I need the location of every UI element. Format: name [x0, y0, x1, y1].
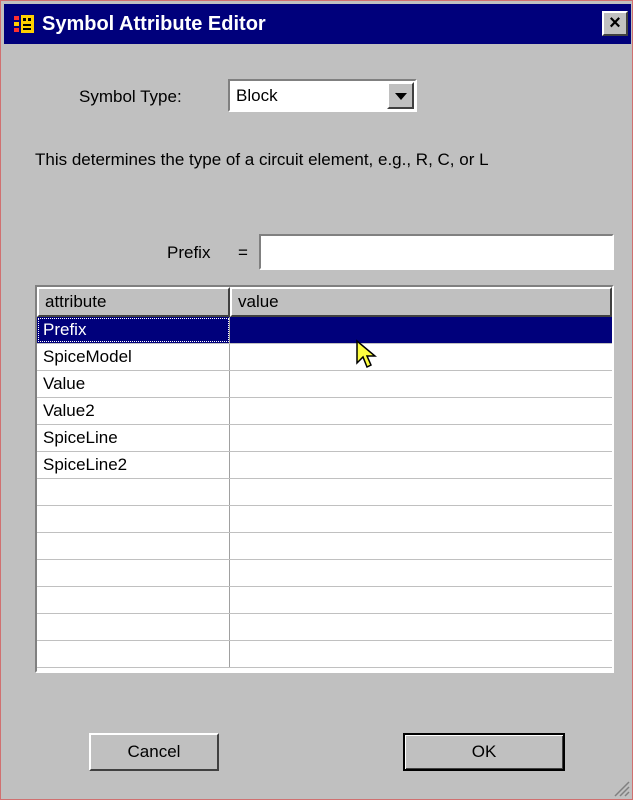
value-cell[interactable] — [230, 371, 612, 397]
empty-table-row[interactable] — [37, 587, 612, 614]
title-bar[interactable]: Symbol Attribute Editor × — [4, 4, 631, 44]
attribute-cell[interactable]: Value2 — [37, 398, 230, 424]
table-row[interactable]: SpiceLine — [37, 425, 612, 452]
attribute-table[interactable]: attribute value Prefix SpiceModel Value … — [35, 285, 614, 673]
symbol-type-value: Block — [236, 86, 278, 105]
empty-cell[interactable] — [37, 479, 230, 505]
ok-button[interactable]: OK — [403, 733, 565, 771]
table-row[interactable]: Prefix — [37, 317, 612, 344]
app-icon — [13, 13, 35, 35]
empty-cell[interactable] — [37, 560, 230, 586]
empty-table-row[interactable] — [37, 479, 612, 506]
symbol-type-dropdown[interactable]: Block — [228, 79, 417, 112]
symbol-type-label: Symbol Type: — [79, 87, 182, 106]
empty-table-row[interactable] — [37, 560, 612, 587]
prefix-label: Prefix — [167, 243, 211, 262]
attribute-cell[interactable]: SpiceLine — [37, 425, 230, 451]
value-cell[interactable] — [230, 317, 612, 343]
value-cell[interactable] — [230, 344, 612, 370]
attribute-cell[interactable]: Prefix — [37, 317, 230, 343]
dropdown-arrow-icon[interactable] — [387, 82, 414, 109]
description-text: This determines the type of a circuit el… — [35, 150, 489, 169]
empty-table-row[interactable] — [37, 506, 612, 533]
empty-cell[interactable] — [37, 614, 230, 640]
empty-cell[interactable] — [37, 587, 230, 613]
window-title: Symbol Attribute Editor — [42, 13, 266, 35]
empty-cell[interactable] — [37, 506, 230, 532]
empty-table-row[interactable] — [37, 533, 612, 560]
column-header-value[interactable]: value — [230, 287, 612, 317]
prefix-input[interactable] — [259, 234, 614, 270]
column-header-attribute[interactable]: attribute — [37, 287, 230, 317]
table-row[interactable]: Value — [37, 371, 612, 398]
attribute-cell[interactable]: Value — [37, 371, 230, 397]
close-icon: × — [609, 12, 621, 34]
table-row[interactable]: SpiceLine2 — [37, 452, 612, 479]
value-cell[interactable] — [230, 425, 612, 451]
symbol-attribute-editor-window: Symbol Attribute Editor × Symbol Type: B… — [0, 0, 633, 800]
mouse-cursor-icon — [356, 339, 377, 369]
close-button[interactable]: × — [602, 11, 628, 36]
value-cell[interactable] — [230, 452, 612, 478]
table-row[interactable]: Value2 — [37, 398, 612, 425]
empty-cell[interactable] — [37, 641, 230, 667]
equals-sign: = — [238, 243, 248, 262]
empty-cell[interactable] — [37, 533, 230, 559]
attribute-cell[interactable]: SpiceLine2 — [37, 452, 230, 478]
cancel-button[interactable]: Cancel — [89, 733, 219, 771]
value-cell[interactable] — [230, 398, 612, 424]
resize-grip-icon[interactable] — [612, 779, 630, 797]
attribute-cell[interactable]: SpiceModel — [37, 344, 230, 370]
empty-table-row[interactable] — [37, 614, 612, 641]
table-row[interactable]: SpiceModel — [37, 344, 612, 371]
empty-table-row[interactable] — [37, 641, 612, 668]
